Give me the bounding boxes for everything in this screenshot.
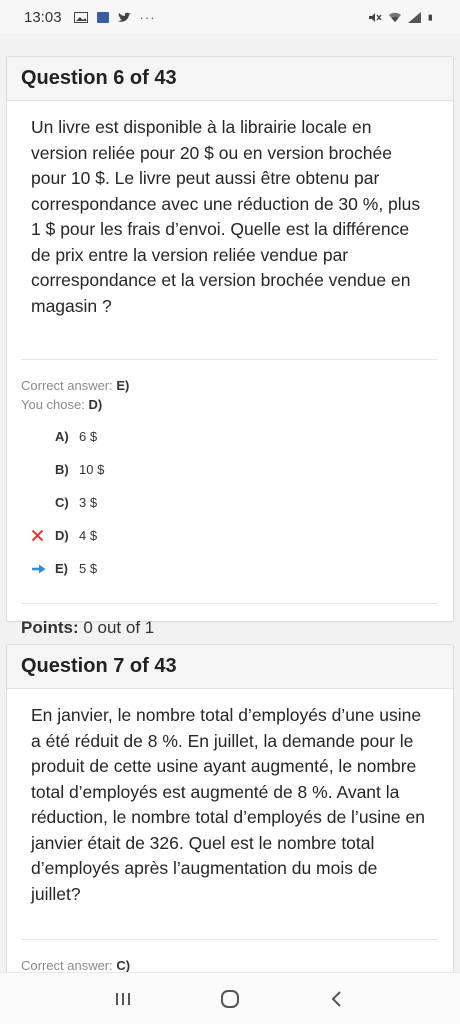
answer-letter: A) — [55, 429, 69, 444]
answer-summary: Correct answer: C) — [7, 940, 453, 975]
answer-option-b: B) 10 $ — [31, 453, 453, 486]
answer-text: 10 $ — [79, 462, 105, 477]
back-icon — [331, 990, 341, 1007]
status-time: 13:03 — [24, 8, 62, 26]
wifi-icon — [389, 12, 401, 22]
correct-arrow-icon — [31, 561, 55, 577]
home-button[interactable] — [210, 979, 250, 1019]
navigation-bar — [0, 972, 460, 1024]
correct-answer-value: E) — [116, 378, 130, 393]
no-mark — [31, 462, 55, 478]
answer-letter: C) — [55, 495, 69, 510]
back-button[interactable] — [317, 979, 357, 1019]
no-mark — [31, 495, 55, 511]
chosen-answer-value: D) — [88, 397, 103, 412]
answer-list: A) 6 $ B) 10 $ C) 3 $ D) 4 $ E) 5 $ — [7, 420, 453, 585]
question-text: En janvier, le nombre total d’employés d… — [31, 705, 425, 904]
notification-icon — [96, 11, 109, 23]
answer-text: 5 $ — [79, 561, 98, 576]
question-text: Un livre est disponible à la librairie l… — [31, 117, 421, 316]
answer-summary: Correct answer: E) You chose: D) — [7, 360, 453, 414]
chosen-answer-label: You chose: — [21, 397, 85, 412]
status-bar: 13:03 ··· — [0, 0, 460, 34]
points-value: 0 out of 1 — [83, 618, 155, 637]
answer-option-a: A) 6 $ — [31, 420, 453, 453]
correct-answer-row: Correct answer: E) — [21, 376, 453, 395]
question-card: Question 6 of 43 Un livre est disponible… — [6, 56, 454, 637]
question-card: Question 7 of 43 En janvier, le nombre t… — [6, 644, 454, 984]
twitter-icon — [117, 12, 131, 22]
battery-icon — [428, 13, 432, 21]
recents-icon — [116, 992, 131, 1005]
question-title: Question 6 of 43 — [7, 57, 453, 101]
answer-text: 4 $ — [79, 528, 98, 543]
answer-option-e: E) 5 $ — [31, 552, 453, 585]
points-row: Points: 0 out of 1 — [7, 604, 453, 638]
answer-letter: D) — [55, 528, 69, 543]
recents-button[interactable] — [103, 979, 143, 1019]
answer-option-d: D) 4 $ — [31, 519, 453, 552]
more-icon: ··· — [139, 9, 156, 25]
answer-option-c: C) 3 $ — [31, 486, 453, 519]
correct-answer-label: Correct answer: — [21, 958, 113, 973]
answer-text: 6 $ — [79, 429, 98, 444]
home-icon — [220, 989, 239, 1008]
wrong-x-icon — [31, 528, 55, 544]
answer-text: 3 $ — [79, 495, 98, 510]
no-mark — [31, 429, 55, 445]
correct-answer-value: C) — [116, 958, 131, 973]
question-title: Question 7 of 43 — [7, 645, 453, 689]
chosen-answer-row: You chose: D) — [21, 395, 453, 414]
image-icon — [73, 11, 88, 23]
correct-answer-label: Correct answer: — [21, 378, 113, 393]
answer-letter: E) — [55, 561, 68, 576]
signal-icon — [408, 11, 421, 23]
answer-letter: B) — [55, 462, 69, 477]
mute-icon — [369, 12, 382, 22]
points-label: Points: — [21, 618, 79, 637]
